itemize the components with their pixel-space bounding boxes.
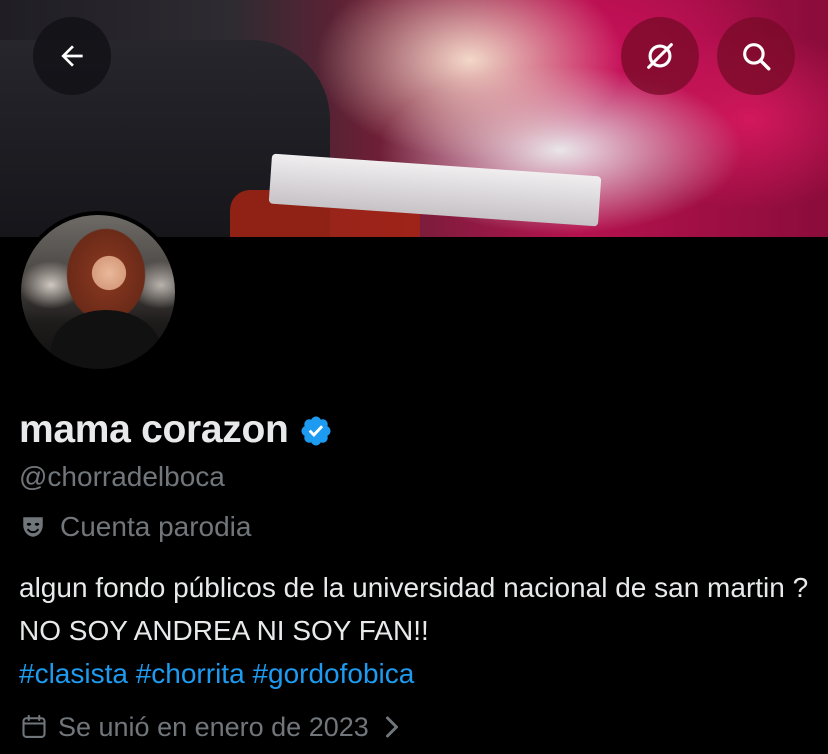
link-off-button[interactable] xyxy=(621,17,699,95)
calendar-icon xyxy=(22,714,46,738)
profile-handle: @chorradelboca xyxy=(19,461,225,492)
parody-mask-icon xyxy=(23,517,43,537)
parody-label: Cuenta parodia xyxy=(60,511,252,542)
display-name-row: mama corazon xyxy=(19,406,333,454)
verified-badge-icon[interactable] xyxy=(299,414,333,448)
profile-banner[interactable] xyxy=(0,0,828,237)
link-off-icon xyxy=(647,43,673,69)
avatar-figure xyxy=(51,310,161,369)
chevron-right-icon xyxy=(385,716,398,738)
parody-label-row: Cuenta parodia xyxy=(20,508,251,546)
search-button[interactable] xyxy=(717,17,795,95)
hashtag-link[interactable]: #clasista xyxy=(19,658,128,689)
hashtag-link[interactable]: #chorrita xyxy=(136,658,245,689)
hashtag-link[interactable]: #gordofobica xyxy=(252,658,414,689)
display-name: mama corazon xyxy=(19,408,289,451)
back-button[interactable] xyxy=(33,17,111,95)
back-arrow-icon xyxy=(61,45,83,67)
search-icon xyxy=(743,43,771,71)
joined-date-row[interactable]: Se unió en enero de 2023 xyxy=(20,708,401,746)
profile-bio: algun fondo públicos de la universidad n… xyxy=(19,566,819,695)
bio-text: algun fondo públicos de la universidad n… xyxy=(19,572,809,646)
joined-date: Se unió en enero de 2023 xyxy=(58,711,369,742)
profile-avatar[interactable] xyxy=(17,211,179,373)
